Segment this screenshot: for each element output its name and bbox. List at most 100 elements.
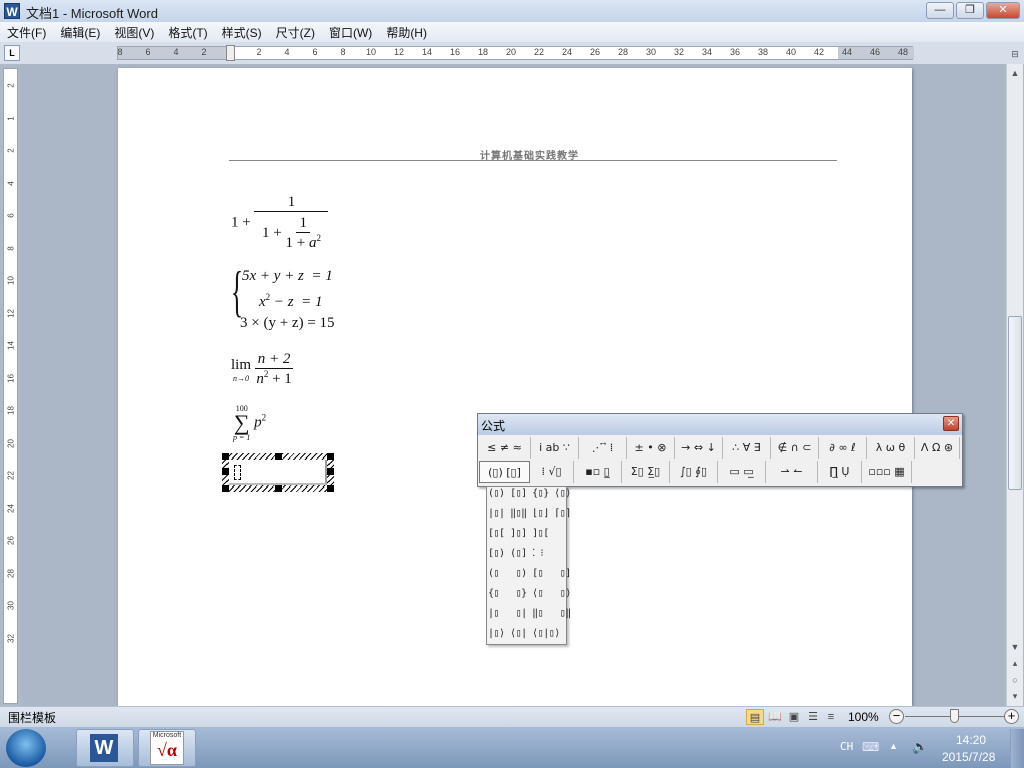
start-button[interactable] xyxy=(6,729,46,767)
close-button[interactable]: ✕ xyxy=(986,2,1020,19)
bracket-template-row[interactable]: [▯) (▯] ⁚ ⁝ xyxy=(488,548,544,559)
menu-window[interactable]: 窗口(W) xyxy=(322,22,379,42)
clock-date[interactable]: 2015/7/28 xyxy=(942,750,995,764)
language-indicator[interactable]: CH xyxy=(840,740,853,753)
print-layout-view-button[interactable]: ▤ xyxy=(746,709,764,725)
ruler-tick-label: 22 xyxy=(533,47,545,57)
bracket-template-row[interactable]: [▯[ ]▯] ]▯[ xyxy=(488,528,549,539)
palette-button-row1-8[interactable]: λ ω θ xyxy=(867,437,915,459)
palette-button-row2-2[interactable]: ▪▫ ▯̲ xyxy=(574,461,622,483)
palette-button-row1-2[interactable]: ⋰ ⃗ ⁞ xyxy=(579,437,627,459)
equation-editor-icon: Microsoft √α xyxy=(150,731,184,765)
maximize-button[interactable]: ❐ xyxy=(956,2,984,19)
ruler-tick-label: 46 xyxy=(869,47,881,57)
palette-button-row2-7[interactable]: ∏̲ Ụ xyxy=(818,461,862,483)
palette-button-row1-0[interactable]: ≤ ≠ ≈ xyxy=(479,437,531,459)
resize-handle[interactable] xyxy=(275,485,282,492)
bracket-template-row[interactable]: {▯ ▯} ⟨▯ ▯⟩ xyxy=(488,588,571,599)
draft-view-button[interactable]: ≡ xyxy=(822,709,840,725)
minimize-button[interactable]: — xyxy=(926,2,954,19)
palette-button-row1-3[interactable]: ± • ⊗ xyxy=(627,437,675,459)
volume-icon[interactable]: 🔈 xyxy=(912,739,928,755)
scroll-down-button[interactable]: ▼ xyxy=(1008,640,1022,654)
indent-marker[interactable] xyxy=(226,45,235,61)
ruler-tick-label: 1 xyxy=(6,115,16,121)
next-page-button[interactable]: ▾ xyxy=(1008,689,1022,703)
ruler-tick-label: 30 xyxy=(645,47,657,57)
menu-file[interactable]: 文件(F) xyxy=(0,22,53,42)
resize-handle[interactable] xyxy=(222,485,229,492)
ruler-tick-label: 40 xyxy=(785,47,797,57)
ruler-tick-label: 36 xyxy=(729,47,741,57)
menu-format[interactable]: 格式(T) xyxy=(161,22,214,42)
bracket-template-row[interactable]: (▯ ▯) [▯ ▯] xyxy=(488,568,571,579)
zoom-slider-thumb[interactable] xyxy=(950,709,959,723)
browse-object-button[interactable]: ○ xyxy=(1008,673,1022,687)
web-view-button[interactable]: ▣ xyxy=(785,709,803,725)
resize-handle[interactable] xyxy=(327,453,334,460)
bracket-template-row[interactable]: |▯| ‖▯‖ ⌊▯⌋ ⌈▯⌉ xyxy=(488,508,571,519)
ruler-tick-label: 8 xyxy=(117,47,123,57)
ruler-tick-label: 18 xyxy=(477,47,489,57)
palette-button-row2-1[interactable]: ⁞ √▯ xyxy=(530,461,574,483)
palette-button-row2-3[interactable]: Σ▯ Σ̲▯ xyxy=(622,461,670,483)
palette-button-row1-1[interactable]: ⅰ ab ∵ xyxy=(531,437,579,459)
bracket-template-row[interactable]: |▯⟩ ⟨▯| ⟨▯|▯⟩ xyxy=(488,628,560,639)
header-divider xyxy=(229,160,837,161)
zoom-out-button[interactable]: − xyxy=(889,709,904,724)
palette-button-row1-9[interactable]: Λ Ω ⊛ xyxy=(915,437,960,459)
equation-toolbar-close-button[interactable]: ✕ xyxy=(943,416,959,431)
zoom-level[interactable]: 100% xyxy=(848,710,879,724)
resize-handle[interactable] xyxy=(275,453,282,460)
reading-view-button[interactable]: 📖 xyxy=(766,709,784,725)
ruler-tick-label: 28 xyxy=(6,568,16,578)
menu-view[interactable]: 视图(V) xyxy=(107,22,161,42)
palette-button-row2-8[interactable]: ▫▫▫ ▦ xyxy=(862,461,912,483)
palette-button-row2-5[interactable]: ▭ ▭̲ xyxy=(718,461,766,483)
menu-style[interactable]: 样式(S) xyxy=(215,22,269,42)
palette-button-row2-0[interactable]: (▯) [▯] xyxy=(479,461,530,483)
word-app-icon[interactable]: W xyxy=(4,3,20,19)
prev-page-button[interactable]: ▴ xyxy=(1008,656,1022,670)
vertical-ruler[interactable]: 2 1 2 4 6 8 10 12 14 16 18 20 22 24 26 28 30 32 xyxy=(3,68,18,704)
palette-button-row2-6[interactable]: ⇀ ↼ xyxy=(766,461,818,483)
split-icon[interactable]: ⊟ xyxy=(1008,47,1022,61)
menu-edit[interactable]: 编辑(E) xyxy=(53,22,107,42)
equation-continued-fraction[interactable]: 1 + 1 1 + 11 + a2 xyxy=(231,194,329,252)
resize-handle[interactable] xyxy=(327,468,334,475)
ruler-tick-label: 6 xyxy=(312,47,318,57)
equation-limit[interactable]: lim n→0 n + 2 n2 + 1 xyxy=(231,351,294,388)
palette-button-row1-5[interactable]: ∴ ∀ ∃ xyxy=(723,437,771,459)
show-desktop-button[interactable] xyxy=(1010,729,1024,768)
palette-button-row1-4[interactable]: → ⇔ ↓ xyxy=(675,437,723,459)
resize-handle[interactable] xyxy=(222,453,229,460)
empty-slot-placeholder[interactable] xyxy=(234,465,241,480)
palette-button-row1-7[interactable]: ∂ ∞ ℓ xyxy=(819,437,867,459)
bracket-template-row[interactable]: |▯ ▯| ‖▯ ▯‖ xyxy=(488,608,571,619)
ruler-tick-label: 8 xyxy=(340,47,346,57)
horizontal-ruler[interactable]: 8 6 4 2 2 4 6 8 10 12 14 16 18 20 22 24 26 28 30 32 34 36 38 40… xyxy=(117,45,914,61)
equation-summation[interactable]: 100 ∑ p = 1 p2 xyxy=(233,404,266,442)
clock-time[interactable]: 14:20 xyxy=(956,733,986,747)
resize-handle[interactable] xyxy=(222,468,229,475)
keyboard-icon[interactable]: ⌨ xyxy=(862,740,879,754)
resize-handle[interactable] xyxy=(327,485,334,492)
ruler-tick-label: 10 xyxy=(6,276,16,285)
ruler-tick-label: 6 xyxy=(6,213,16,218)
equation-edit-area[interactable] xyxy=(229,460,327,485)
window-title: 文档1 - Microsoft Word xyxy=(26,6,158,21)
palette-button-row1-6[interactable]: ∉ ∩ ⊂ xyxy=(771,437,819,459)
ruler-tick-label: 16 xyxy=(6,373,16,383)
ruler-tick-label: 4 xyxy=(284,47,290,57)
outline-view-button[interactable]: ☰ xyxy=(804,709,822,725)
bracket-template-row[interactable]: (▯) [▯] {▯} ⟨▯⟩ xyxy=(488,488,571,499)
zoom-in-button[interactable]: + xyxy=(1004,709,1019,724)
scroll-up-button[interactable]: ▲ xyxy=(1008,66,1022,80)
scroll-thumb[interactable] xyxy=(1008,316,1022,490)
show-hidden-icons-button[interactable]: ▲ xyxy=(889,741,898,751)
tab-selector-button[interactable]: L xyxy=(4,45,20,61)
menu-size[interactable]: 尺寸(Z) xyxy=(269,22,322,42)
equation-toolbar-titlebar[interactable] xyxy=(478,414,962,435)
palette-button-row2-4[interactable]: ∫▯ ∮▯ xyxy=(670,461,718,483)
menu-help[interactable]: 帮助(H) xyxy=(379,22,434,42)
